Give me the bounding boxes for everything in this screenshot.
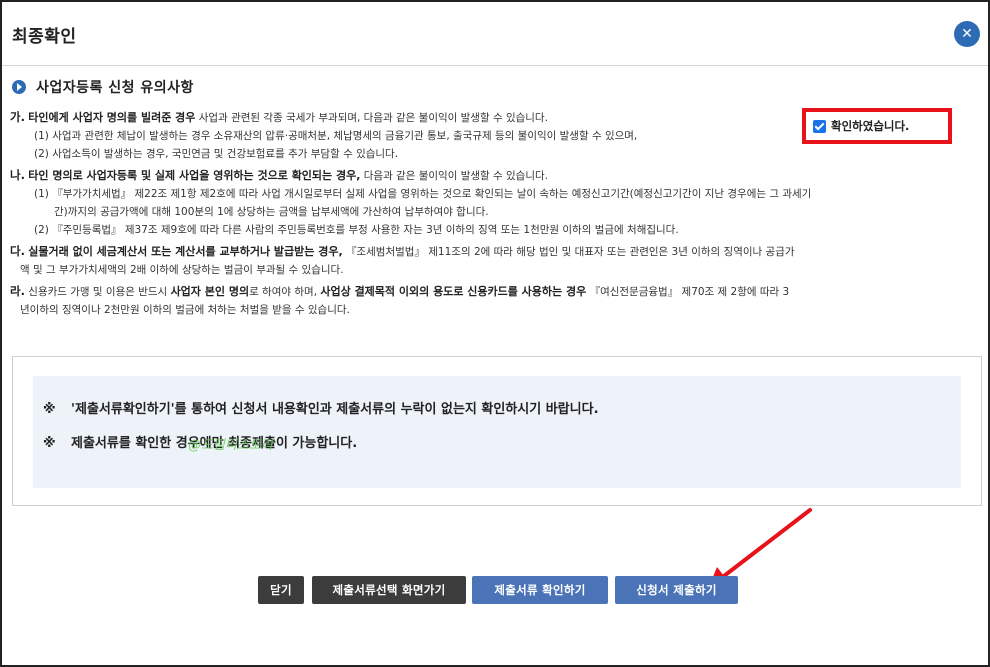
notice-ra: 라. 신용카드 가맹 및 이용은 반드시 사업자 본인 명의로 하여야 하며, … (10, 282, 980, 319)
confirm-box: ※ '제출서류확인하기'를 통하여 신청서 내용확인과 제출서류의 누락이 없는지… (12, 356, 982, 506)
section-heading-text: 사업자등록 신청 유의사항 (36, 80, 194, 96)
arrow-right-circle-icon (12, 80, 26, 94)
confirm-checkbox[interactable]: 확인하였습니다. (813, 118, 909, 134)
go-document-select-button[interactable]: 제출서류선택 화면가기 (312, 576, 466, 604)
notice-text: 『여신전문금융법』 제70조 제 2항에 따라 3 (586, 286, 790, 298)
checkbox-checked-icon[interactable] (813, 119, 826, 133)
notice-na: 나. 타인 명의로 사업자등록 및 실제 사업을 영위하는 것으로 확인되는 경… (10, 166, 980, 239)
notice-strong: 실물거래 없이 세금계산서 또는 계산서를 교부하거나 발급받는 경우, (28, 245, 343, 258)
notice-text: 사업과 관련된 각종 국세가 부과되며, 다음과 같은 불이익이 발생할 수 있… (195, 112, 548, 124)
section-heading: 사업자등록 신청 유의사항 (12, 77, 194, 97)
notice-marker: 다. (10, 244, 25, 258)
notice-text: 『조세범처벌법』 제11조의 2에 따라 해당 법인 및 대표자 또는 관련인은… (342, 246, 795, 258)
button-bar: 닫기 제출서류선택 화면가기 제출서류 확인하기 신청서 제출하기 (2, 576, 990, 604)
submit-application-button[interactable]: 신청서 제출하기 (615, 576, 738, 604)
notice-text: 로 하여야 하며, (249, 286, 321, 298)
notice-marker: 라. (10, 284, 25, 298)
notice-item-continued: 간)까지의 공급가액에 대해 100분의 1에 상당하는 금액을 납부세액에 가… (54, 206, 489, 218)
notice-da: 다. 실물거래 없이 세금계산서 또는 계산서를 교부하거나 발급받는 경우, … (10, 242, 980, 279)
confirm-message-1: ※ '제출서류확인하기'를 통하여 신청서 내용확인과 제출서류의 누락이 없는지… (43, 398, 599, 417)
notice-continued: 액 및 그 부가가치세액의 2배 이하에 상당하는 벌금이 부과될 수 있습니다… (20, 264, 344, 276)
notice-strong: 타인 명의로 사업자등록 및 실제 사업을 영위하는 것으로 확인되는 경우, (28, 169, 361, 182)
notice-item: (1) 『부가가치세법』 제22조 제1항 제2호에 따라 사업 개시일로부터 … (34, 188, 812, 200)
close-button[interactable]: 닫기 (258, 576, 304, 604)
watermark: @드림티스토리 (188, 438, 273, 453)
notice-marker: 나. (10, 168, 25, 182)
notice-marker: 가. (10, 110, 25, 124)
close-icon[interactable]: ✕ (954, 21, 980, 47)
notice-strong: 사업상 결제목적 이외의 용도로 신용카드를 사용하는 경우 (320, 285, 587, 298)
confirm-checkbox-label: 확인하였습니다. (831, 119, 910, 133)
notice-strong: 사업자 본인 명의 (170, 285, 250, 298)
dialog-title-bar: 최종확인 ✕ (2, 2, 988, 66)
confirm-panel: ※ '제출서류확인하기'를 통하여 신청서 내용확인과 제출서류의 누락이 없는지… (33, 376, 961, 488)
note-mark: ※ (43, 402, 56, 417)
dialog-title: 최종확인 (12, 27, 77, 47)
notice-strong: 타인에게 사업자 명의를 빌려준 경우 (28, 111, 196, 124)
red-arrow-annotation (708, 508, 812, 589)
notice-text: 신용카드 가맹 및 이용은 반드시 (24, 286, 171, 298)
final-confirm-dialog: 최종확인 ✕ 사업자등록 신청 유의사항 가. 타인에게 사업자 명의를 빌려준… (0, 0, 990, 667)
note-mark: ※ (43, 436, 56, 451)
notice-item: (2) 사업소득이 발생하는 경우, 국민연금 및 건강보험료를 추가 부담할 … (34, 148, 399, 160)
notice-text: 다음과 같은 불이익이 발생할 수 있습니다. (360, 170, 549, 182)
notice-item: (2) 『주민등록법』 제37조 제9호에 따라 다른 사람의 주민등록번호를 … (34, 224, 679, 236)
confirm-message-text: '제출서류확인하기'를 통하여 신청서 내용확인과 제출서류의 누락이 없는지 … (71, 402, 599, 417)
notice-continued: 년이하의 징역이나 2천만원 이하의 벌금에 처하는 처벌을 받을 수 있습니다… (20, 304, 350, 316)
check-documents-button[interactable]: 제출서류 확인하기 (472, 576, 608, 604)
